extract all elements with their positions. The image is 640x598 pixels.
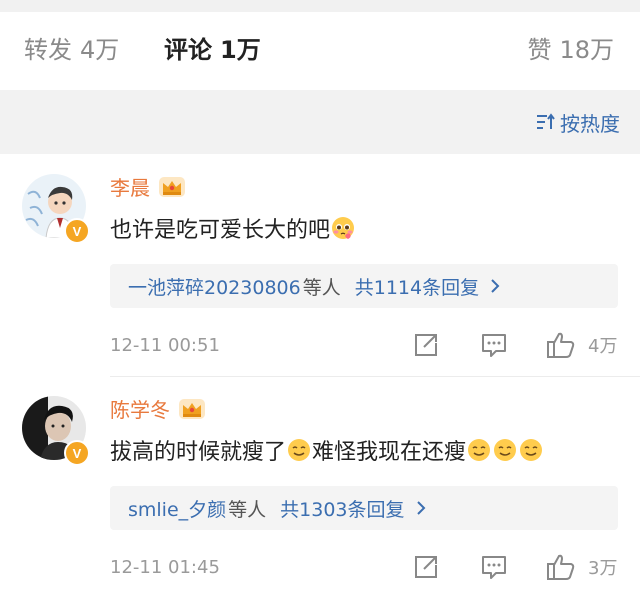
comment-item: V 李晨 也许是吃可爱长大的吧 一池萍碎20230806 等人 共1114条回复	[0, 154, 640, 376]
comment-time: 12-11 01:45	[110, 557, 220, 578]
comment-meta: 12-11 00:51 4万	[110, 330, 640, 360]
smiling-face-emoji-icon	[520, 439, 543, 461]
chevron-right-icon	[491, 279, 500, 293]
comment-icon	[482, 334, 506, 357]
comment-icon	[482, 556, 506, 579]
comment-text-part2: 难怪我现在还瘦	[312, 440, 467, 465]
tab-comment-label: 评论	[164, 36, 212, 64]
thumbs-up-icon	[547, 332, 575, 358]
vip-crown-icon	[159, 176, 185, 197]
verified-badge-icon: V	[64, 218, 90, 244]
comment-text: 拔高的时候就瘦了 难怪我现在还瘦	[110, 434, 544, 466]
reply-etc: 等人	[228, 498, 267, 521]
top-divider-bar	[0, 0, 640, 12]
like-count: 3万	[588, 558, 618, 579]
thumbs-up-icon	[547, 554, 575, 580]
comment-text-body: 也许是吃可爱长大的吧	[110, 218, 331, 243]
reply-summary-link[interactable]: 一池萍碎20230806 等人 共1114条回复	[110, 264, 618, 308]
share-icon	[415, 556, 437, 578]
share-icon	[415, 334, 437, 356]
sort-label: 按热度	[560, 111, 620, 136]
username-link[interactable]: 李晨	[110, 172, 186, 201]
tab-comment[interactable]: 评论 1万	[164, 34, 261, 66]
smiling-face-emoji-icon	[468, 439, 491, 461]
comment-time: 12-11 00:51	[110, 335, 220, 356]
tab-comment-count: 1万	[220, 36, 261, 64]
smiling-face-emoji-icon	[288, 439, 311, 461]
share-button[interactable]	[412, 330, 440, 360]
reply-users: 一池萍碎20230806	[128, 276, 301, 299]
tab-like-label: 赞	[527, 36, 552, 64]
username: 陈学冬	[110, 398, 170, 422]
tab-repost[interactable]: 转发 4万	[24, 34, 119, 66]
reply-count: 共1114条回复	[354, 276, 480, 299]
tab-bar: 转发 4万 评论 1万 赞 18万	[0, 12, 640, 90]
comment-meta: 12-11 01:45 3万	[110, 552, 640, 582]
avatar[interactable]: V	[22, 396, 90, 466]
comment-item: V 陈学冬 拔高的时候就瘦了 难怪我现在还瘦 smlie_夕颜 等人 共1303…	[0, 376, 640, 598]
like-count: 4万	[588, 336, 618, 357]
sort-bar: 按热度	[0, 90, 640, 154]
tab-like-count: 18万	[559, 36, 614, 64]
verified-badge-icon: V	[64, 440, 90, 466]
tab-repost-count: 4万	[80, 36, 120, 64]
like-button[interactable]: 3万	[546, 552, 617, 582]
comment-button[interactable]	[480, 330, 508, 360]
like-button[interactable]: 4万	[546, 330, 617, 360]
tab-repost-label: 转发	[24, 36, 72, 64]
smiling-face-emoji-icon	[494, 439, 517, 461]
avatar[interactable]: V	[22, 174, 90, 244]
reply-summary-link[interactable]: smlie_夕颜 等人 共1303条回复	[110, 486, 618, 530]
reply-etc: 等人	[302, 276, 341, 299]
username-link[interactable]: 陈学冬	[110, 394, 206, 423]
reply-count: 共1303条回复	[280, 498, 405, 521]
share-button[interactable]	[412, 552, 440, 582]
username: 李晨	[110, 176, 150, 200]
tab-like[interactable]: 赞 18万	[527, 34, 614, 66]
sort-by-hot-button[interactable]: 按热度	[534, 108, 620, 136]
vip-crown-icon	[179, 398, 205, 419]
comment-button[interactable]	[480, 552, 508, 582]
comment-text: 也许是吃可爱长大的吧	[110, 212, 356, 244]
comment-text-part1: 拔高的时候就瘦了	[110, 440, 287, 465]
sort-icon	[537, 113, 555, 129]
pleading-face-emoji-icon	[332, 217, 355, 239]
chevron-right-icon	[416, 501, 425, 515]
reply-users: smlie_夕颜	[128, 498, 227, 521]
